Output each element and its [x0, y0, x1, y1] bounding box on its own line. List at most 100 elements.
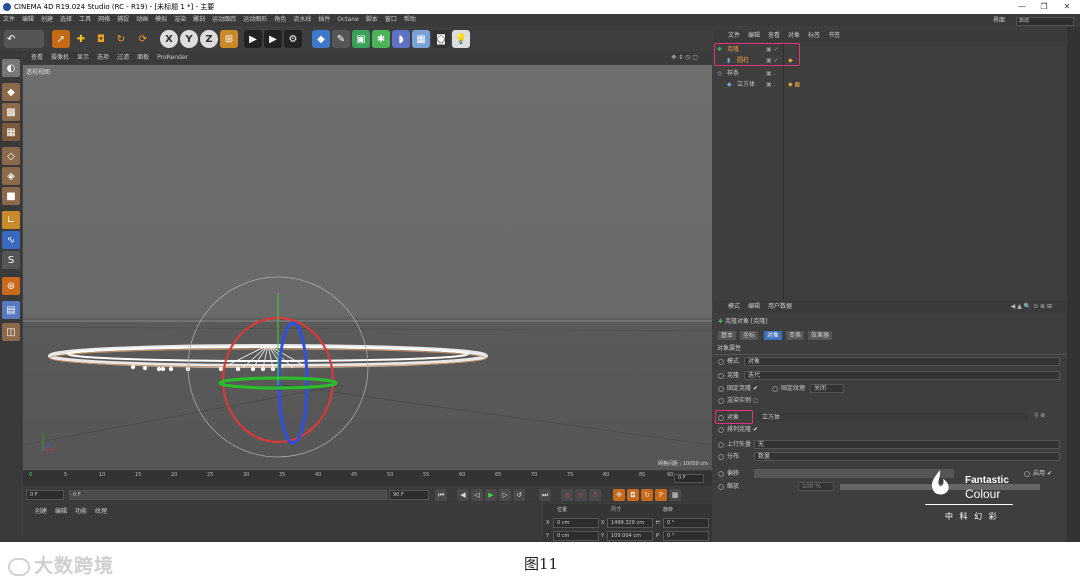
play-icon[interactable]: ▶ — [485, 489, 497, 501]
up-vector-dropdown[interactable]: 无 — [754, 440, 1060, 449]
minimize-button[interactable]: — — [1010, 0, 1034, 14]
am-menu-edit[interactable]: 编辑 — [748, 301, 760, 313]
menu-snap[interactable]: 捕捉 — [117, 14, 129, 26]
menu-script[interactable]: 脚本 — [366, 14, 378, 26]
clone-dropdown[interactable]: 迭代 — [744, 371, 1060, 380]
tab-transform[interactable]: 变换 — [786, 331, 805, 340]
workplane-icon[interactable]: ▦ — [2, 123, 20, 141]
distribution-dropdown[interactable]: 数量 — [754, 452, 1060, 461]
am-menu-userdata[interactable]: 用户数据 — [768, 301, 792, 313]
edit-render-settings-icon[interactable]: ⚙ — [284, 30, 302, 48]
menu-motion-tracker[interactable]: 运动跟踪 — [212, 14, 236, 26]
menu-animate[interactable]: 动画 — [136, 14, 148, 26]
menu-character[interactable]: 角色 — [274, 14, 286, 26]
object-row-cube[interactable]: ◆ 立方体 ▣ ⁚ ◆ ▩ — [714, 79, 1066, 90]
vp-menu-panel[interactable]: 面板 — [137, 52, 149, 64]
keyframe-selection-icon[interactable]: ? — [589, 489, 601, 501]
camera-icon[interactable]: ◙ — [432, 30, 450, 48]
menu-help[interactable]: 帮助 — [404, 14, 416, 26]
auto-key-icon[interactable]: ⦸ — [575, 489, 587, 501]
tab-effectors[interactable]: 效果器 — [808, 331, 833, 340]
snap-icon[interactable]: S — [2, 251, 20, 269]
om-menu-edit[interactable]: 编辑 — [748, 30, 760, 42]
menu-tools[interactable]: 工具 — [79, 14, 91, 26]
move-icon[interactable]: ✚ — [72, 30, 90, 48]
object-link-field[interactable]: 立方体 — [758, 413, 1028, 422]
texture-mode-icon[interactable]: ▩ — [2, 103, 20, 121]
make-editable-icon[interactable]: ◐ — [2, 59, 20, 77]
vp-menu-filter[interactable]: 过滤 — [117, 52, 129, 64]
polygons-mode-icon[interactable]: ■ — [2, 187, 20, 205]
arrange-check-icon[interactable]: ✔ — [753, 426, 758, 433]
mograph-cloner-icon[interactable]: ✱ — [372, 30, 390, 48]
viewport-3d[interactable]: 透视视图 网格间距: 10000 cm — [23, 65, 712, 470]
key-rotation-icon[interactable]: ↻ — [641, 489, 653, 501]
key-param-icon[interactable]: P — [655, 489, 667, 501]
mat-tab-edit[interactable]: 编辑 — [55, 506, 67, 515]
size-y-field[interactable]: 109.004 cm — [607, 531, 653, 541]
model-mode-icon[interactable]: ◆ — [2, 83, 20, 101]
goto-start-icon[interactable]: ⏮ — [435, 489, 447, 501]
recent-tool-icon[interactable]: ⟳ — [134, 30, 152, 48]
timeline[interactable]: 0 5 10 15 20 25 30 35 40 45 50 55 60 65 … — [23, 471, 712, 486]
fix-clone-check-icon[interactable]: ✔ — [753, 385, 758, 392]
menu-simulate[interactable]: 模拟 — [155, 14, 167, 26]
deformer-icon[interactable]: ◗ — [392, 30, 410, 48]
coordinate-system-icon[interactable]: ⊞ — [220, 30, 238, 48]
menu-file[interactable]: 文件 — [3, 14, 15, 26]
phong-tag-icon[interactable]: ◆ ▩ — [788, 79, 800, 90]
om-menu-file[interactable]: 文件 — [728, 30, 740, 42]
restore-button[interactable]: ❐ — [1032, 0, 1056, 14]
am-menu-mode[interactable]: 模式 — [728, 301, 740, 313]
start-frame-field[interactable]: 0 F — [26, 490, 64, 500]
goto-end-icon[interactable]: ⏭ — [539, 489, 551, 501]
vp-menu-prorender[interactable]: ProRender — [157, 52, 188, 64]
menu-select[interactable]: 选择 — [60, 14, 72, 26]
undo-icon[interactable]: ↶ — [4, 30, 44, 48]
mat-tab-texture[interactable]: 纹理 — [95, 506, 107, 515]
next-frame-icon[interactable]: ▷ — [499, 489, 511, 501]
key-scale-icon[interactable]: ◘ — [627, 489, 639, 501]
menu-edit[interactable]: 编辑 — [22, 14, 34, 26]
close-button[interactable]: ✕ — [1055, 0, 1079, 14]
frame-range-slider[interactable]: 0 F — [69, 490, 387, 500]
menu-pipeline[interactable]: 流水线 — [293, 14, 311, 26]
visibility-icon[interactable]: ▣ ⁚ — [766, 68, 775, 79]
current-frame-field[interactable]: 0 F — [674, 474, 704, 483]
planar-workplane-icon[interactable]: ▤ — [2, 301, 20, 319]
live-select-icon[interactable]: ➚ — [52, 30, 70, 48]
menu-plugins[interactable]: 插件 — [318, 14, 330, 26]
vp-menu-display[interactable]: 显示 — [77, 52, 89, 64]
key-pla-icon[interactable]: ▦ — [669, 489, 681, 501]
vp-menu-options[interactable]: 选项 — [97, 52, 109, 64]
record-key-icon[interactable]: ⦸ — [561, 489, 573, 501]
fix-texture-dropdown[interactable]: 关闭 — [810, 384, 844, 393]
z-axis-icon[interactable]: Z — [200, 30, 218, 48]
cube-icon[interactable]: ◆ — [312, 30, 330, 48]
object-row-spline[interactable]: ◎ 样条 ▣ ⁚ — [714, 68, 1066, 79]
points-mode-icon[interactable]: ◇ — [2, 147, 20, 165]
light-icon[interactable]: 💡 — [452, 30, 470, 48]
viewport-nav-icons[interactable]: ✥ ⇕ ◷ ▢ — [671, 52, 698, 64]
solo-icon[interactable]: ◫ — [2, 323, 20, 341]
x-axis-icon[interactable]: X — [160, 30, 178, 48]
scale-field[interactable]: 100 % — [798, 482, 834, 491]
end-frame-field[interactable]: 90 F — [389, 490, 429, 500]
subdivision-icon[interactable]: ▣ — [352, 30, 370, 48]
om-menu-tags[interactable]: 标签 — [808, 30, 820, 42]
enable-check-icon[interactable]: ✔ — [1047, 470, 1052, 477]
pos-y-field[interactable]: 0 cm — [553, 531, 599, 541]
menu-sculpt[interactable]: 雕刻 — [193, 14, 205, 26]
vp-menu-camera[interactable]: 摄像机 — [51, 52, 69, 64]
pos-x-field[interactable]: 0 cm — [553, 518, 599, 528]
vp-menu-view[interactable]: 查看 — [31, 52, 43, 64]
attribute-nav-icons[interactable]: ◀ ▲ 🔍 ⊙ ⊕ ⊞ — [1011, 301, 1052, 313]
loop-icon[interactable]: ↺ — [513, 489, 525, 501]
menu-mograph[interactable]: 运动图形 — [243, 14, 267, 26]
menu-window[interactable]: 窗口 — [385, 14, 397, 26]
menu-octane[interactable]: Octane — [337, 14, 359, 26]
size-x-field[interactable]: 1499.329 cm — [607, 518, 653, 528]
om-menu-objects[interactable]: 对象 — [788, 30, 800, 42]
y-axis-icon[interactable]: Y — [180, 30, 198, 48]
scale-icon[interactable]: ◘ — [92, 30, 110, 48]
